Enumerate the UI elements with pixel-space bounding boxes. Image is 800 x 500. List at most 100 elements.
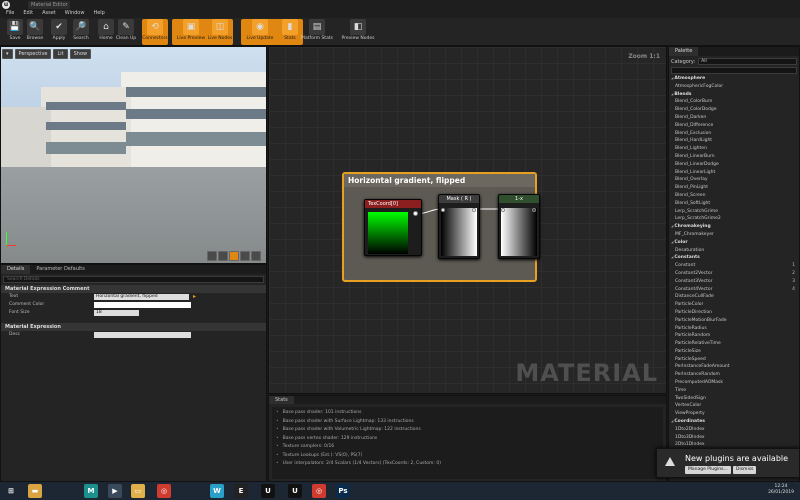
palette-item[interactable]: PerInstanceFadeAmount: [669, 363, 799, 371]
app-w-icon[interactable]: W: [210, 484, 224, 498]
epic-icon[interactable]: E: [234, 484, 248, 498]
palette-category[interactable]: Atmosphere: [669, 75, 799, 83]
media-icon[interactable]: ▶: [108, 484, 122, 498]
tab-details[interactable]: Details: [1, 265, 31, 274]
palette-item[interactable]: 1Dto2DIndex: [669, 426, 799, 434]
search-button[interactable]: 🔎 Search: [68, 19, 94, 45]
palette-item[interactable]: ViewProperty: [669, 410, 799, 418]
section-material-expression-comment[interactable]: Material Expression Comment: [1, 285, 266, 293]
menu-window[interactable]: Window: [65, 9, 85, 18]
one-minus-output-pin[interactable]: [532, 208, 536, 212]
unreal-logo-icon[interactable]: u: [2, 1, 10, 9]
palette-item[interactable]: PrecomputedAOMask: [669, 379, 799, 387]
palette-item[interactable]: Blend_Darken: [669, 114, 799, 122]
unreal-2-icon[interactable]: U: [288, 484, 302, 498]
live-preview-button[interactable]: ▣ Live Preview: [172, 19, 210, 45]
font-size-field[interactable]: 18: [94, 310, 139, 316]
start-icon[interactable]: ⊞: [4, 484, 18, 498]
section-material-expression[interactable]: Material Expression: [1, 323, 266, 331]
palette-item[interactable]: Blend_Overlay: [669, 176, 799, 184]
palette-category[interactable]: Blends: [669, 91, 799, 99]
palette-item[interactable]: Blend_ColorDodge: [669, 106, 799, 114]
palette-item[interactable]: ParticleRandom: [669, 332, 799, 340]
palette-search-input[interactable]: [671, 67, 797, 74]
palette-item[interactable]: ParticleMotionBlurFade: [669, 317, 799, 325]
one-minus-input-pin[interactable]: [501, 208, 505, 212]
menu-asset[interactable]: Asset: [42, 9, 56, 18]
palette-item[interactable]: Blend_Lighten: [669, 145, 799, 153]
menu-edit[interactable]: Edit: [23, 9, 33, 18]
palette-item[interactable]: DistanceCullFade: [669, 293, 799, 301]
material-graph[interactable]: Zoom 1:1 MATERIAL Horizontal gradient, f…: [268, 46, 667, 394]
palette-item[interactable]: AtmosphericFogColor: [669, 83, 799, 91]
palette-item[interactable]: ParticleColor: [669, 301, 799, 309]
system-clock[interactable]: 12:24 26/01/2019: [768, 484, 794, 496]
tab-stats[interactable]: Stats: [269, 396, 294, 404]
palette-item[interactable]: ParticleDirection: [669, 309, 799, 317]
viewport-menu-button[interactable]: ▾: [2, 49, 13, 59]
live-nodes-button[interactable]: ◫ Live Nodes: [207, 19, 233, 45]
details-search-input[interactable]: Search Details: [3, 276, 264, 283]
one-minus-node[interactable]: 1-x: [498, 194, 540, 259]
palette-item[interactable]: Blend_Screen: [669, 192, 799, 200]
palette-item[interactable]: Blend_LinearBurn: [669, 153, 799, 161]
photoshop-icon[interactable]: Ps: [336, 484, 350, 498]
connectors-button[interactable]: ⟲ Connectors: [142, 19, 168, 45]
comment-color-swatch[interactable]: [94, 302, 191, 308]
app-m-icon[interactable]: M: [84, 484, 98, 498]
browse-button[interactable]: 🔍 Browse: [22, 19, 48, 45]
desc-field[interactable]: [94, 332, 191, 338]
manage-plugins-button[interactable]: Manage Plugins...: [685, 466, 731, 474]
menu-file[interactable]: File: [6, 9, 14, 18]
palette-item[interactable]: Blend_ColorBurn: [669, 98, 799, 106]
palette-item[interactable]: ParticleRelativeTime: [669, 340, 799, 348]
show-button[interactable]: Show: [69, 49, 92, 59]
palette-item[interactable]: Constant3Vector 3: [669, 278, 799, 286]
menu-help[interactable]: Help: [93, 9, 104, 18]
palette-item[interactable]: Blend_LinearLight: [669, 169, 799, 177]
palette-item[interactable]: TwoSidedSign: [669, 395, 799, 403]
palette-item[interactable]: Blend_Exclusion: [669, 130, 799, 138]
palette-item[interactable]: PerInstanceRandom: [669, 371, 799, 379]
unreal-icon[interactable]: U: [261, 484, 275, 498]
palette-item[interactable]: ParticleSize: [669, 348, 799, 356]
palette-item[interactable]: Lerp_ScratchGrime2: [669, 215, 799, 223]
preview-viewport[interactable]: [0, 46, 267, 264]
palette-item[interactable]: Blend_PinLight: [669, 184, 799, 192]
palette-item[interactable]: ParticleRadius: [669, 325, 799, 333]
palette-item[interactable]: Constant2Vector 2: [669, 270, 799, 278]
palette-item[interactable]: Time: [669, 387, 799, 395]
folder-icon[interactable]: ▭: [131, 484, 145, 498]
palette-category[interactable]: Color: [669, 239, 799, 247]
cylinder-preview-icon[interactable]: [207, 251, 217, 261]
chrome-2-icon[interactable]: ◎: [312, 484, 326, 498]
palette-item[interactable]: VertexColor: [669, 402, 799, 410]
palette-item[interactable]: Blend_Difference: [669, 122, 799, 130]
mask-input-pin[interactable]: [441, 208, 445, 212]
palette-item[interactable]: Blend_SoftLight: [669, 200, 799, 208]
palette-item[interactable]: 1Dto3DIndex: [669, 434, 799, 442]
plane-preview-icon[interactable]: [229, 251, 239, 261]
live-update-button[interactable]: ◉ Live Update: [241, 19, 279, 45]
lit-button[interactable]: Lit: [53, 49, 68, 59]
perspective-button[interactable]: Perspective: [14, 49, 52, 59]
palette-item[interactable]: Constant4Vector 4: [669, 286, 799, 294]
category-select[interactable]: All: [698, 58, 797, 65]
tab-palette[interactable]: Palette: [669, 47, 699, 56]
text-field[interactable]: Horizontal gradient, flipped: [94, 294, 189, 300]
mask-output-pin[interactable]: [472, 208, 476, 212]
teapot-preview-icon[interactable]: [251, 251, 261, 261]
platform-stats-button[interactable]: ▤ Platform Stats: [298, 19, 336, 45]
palette-category[interactable]: Coordinates: [669, 418, 799, 426]
palette-item[interactable]: ParticleSpeed: [669, 356, 799, 364]
palette-item[interactable]: Lerp_ScratchGrime: [669, 208, 799, 216]
mask-node[interactable]: Mask ( R ): [438, 194, 480, 259]
file-explorer-icon[interactable]: ▬: [28, 484, 42, 498]
sphere-preview-icon[interactable]: [218, 251, 228, 261]
palette-item[interactable]: MF_Chromakeyer: [669, 231, 799, 239]
palette-category[interactable]: Constants: [669, 254, 799, 262]
dismiss-button[interactable]: Dismiss: [733, 466, 757, 474]
palette-item[interactable]: Desaturation: [669, 247, 799, 255]
preview-nodes-button[interactable]: ◧ Preview Nodes: [339, 19, 377, 45]
palette-item[interactable]: Blend_LinearDodge: [669, 161, 799, 169]
